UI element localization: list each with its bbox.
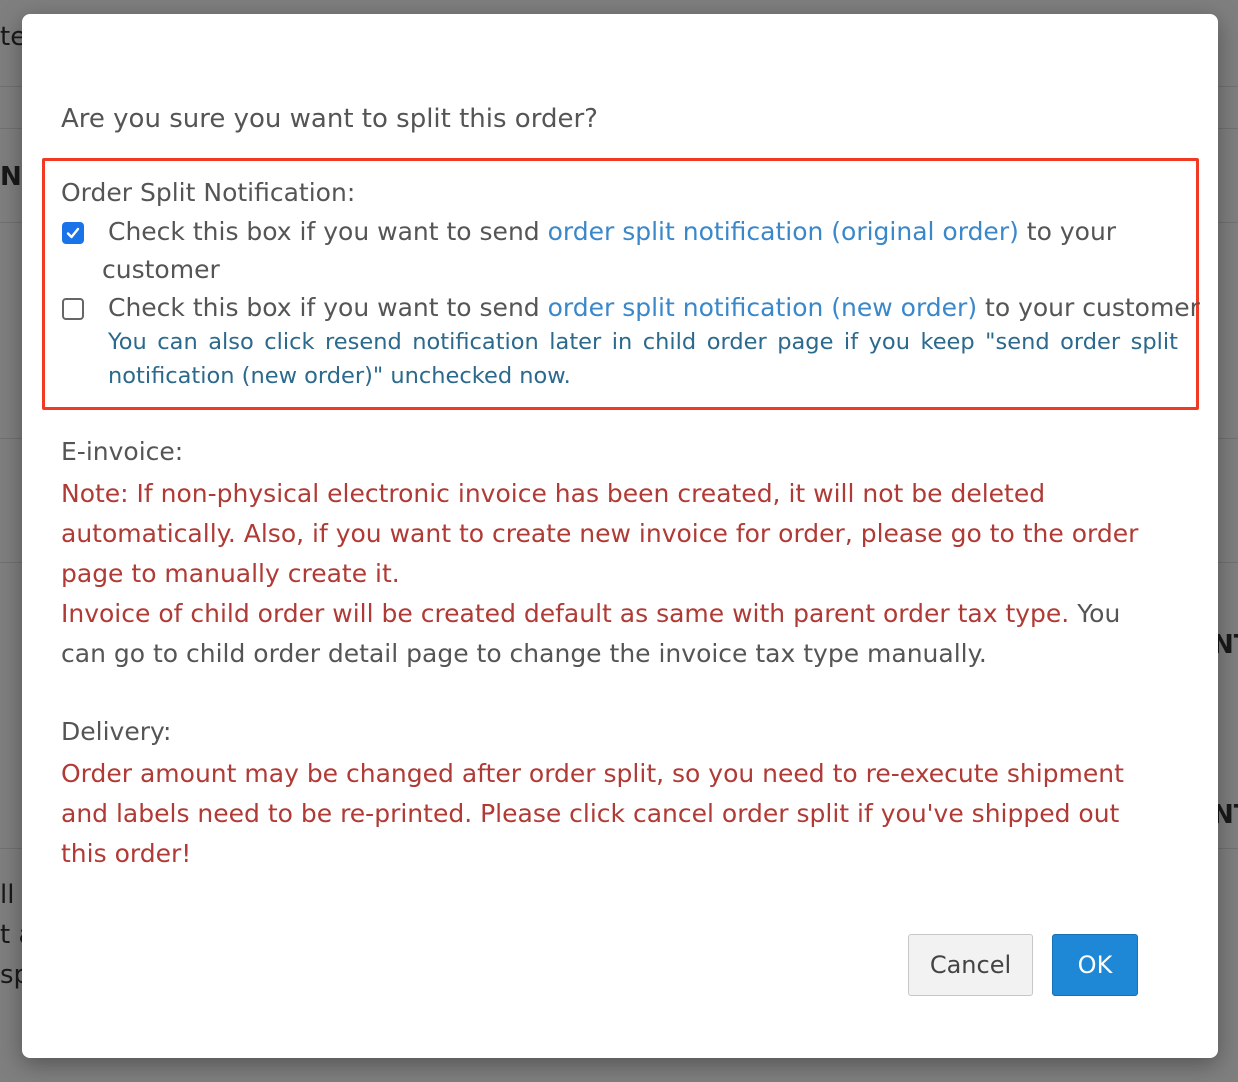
resend-info-text: You can also click resend notification l… [108, 329, 1178, 389]
split-order-dialog: Are you sure you want to split this orde… [22, 14, 1218, 1058]
ok-button[interactable]: OK [1052, 934, 1138, 996]
delivery-note: Order amount may be changed after order … [61, 759, 1124, 868]
original-order-notification-link[interactable]: order split notification (original order… [548, 217, 1019, 246]
option-label: Check this box if you want to send order… [108, 217, 1117, 246]
dialog-question: Are you sure you want to split this orde… [61, 104, 598, 134]
new-order-notification-link[interactable]: order split notification (new order) [548, 293, 977, 322]
einvoice-label: E-invoice: [61, 437, 184, 466]
checkmark-icon [66, 227, 80, 239]
cancel-button[interactable]: Cancel [908, 934, 1033, 996]
delivery-label: Delivery: [61, 717, 172, 746]
einvoice-note: Note: If non-physical electronic invoice… [61, 479, 1139, 668]
notify-original-order-checkbox[interactable] [62, 222, 84, 244]
option-label: Check this box if you want to send order… [108, 293, 1200, 322]
option-label-continuation: customer [102, 255, 220, 284]
einvoice-tax-note: Invoice of child order will be created d… [61, 599, 1070, 628]
notify-new-order-checkbox[interactable] [62, 298, 84, 320]
notification-title: Order Split Notification: [61, 178, 356, 207]
